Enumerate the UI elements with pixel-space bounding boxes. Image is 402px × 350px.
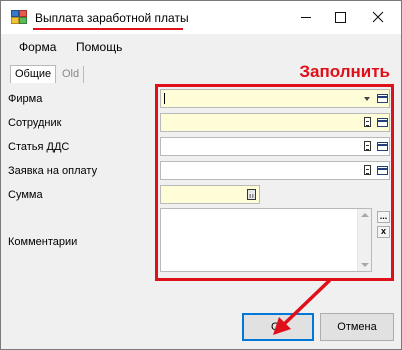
fill-highlight-frame (155, 84, 394, 281)
menu-item-form[interactable]: Форма (19, 40, 56, 54)
payment-request-label: Заявка на оплату (8, 165, 98, 177)
window-title: Выплата заработной платы (35, 11, 189, 25)
firm-label: Фирма (8, 93, 43, 105)
dialog-window: Выплата заработной платы Форма Помощь Об… (0, 0, 402, 350)
tab-general[interactable]: Общие (10, 65, 57, 83)
close-icon (372, 11, 384, 23)
tab-old[interactable]: Old (58, 66, 85, 83)
menu-item-help[interactable]: Помощь (76, 40, 122, 54)
amount-label: Сумма (8, 189, 43, 201)
comments-label: Комментарии (8, 236, 78, 248)
close-button[interactable] (361, 1, 395, 34)
title-bar: Выплата заработной платы (1, 1, 401, 34)
menu-bar: Форма Помощь (1, 34, 401, 58)
app-icon (11, 10, 27, 24)
minimize-icon (301, 17, 311, 18)
maximize-icon (335, 12, 346, 23)
annotation-arrow-icon (273, 279, 331, 335)
minimize-button[interactable] (289, 1, 323, 34)
fill-annotation-label: Заполнить (299, 62, 390, 81)
title-underline-annotation (33, 28, 183, 30)
dds-article-label: Статья ДДС (8, 141, 70, 153)
maximize-button[interactable] (323, 1, 357, 34)
employee-label: Сотрудник (8, 117, 62, 129)
